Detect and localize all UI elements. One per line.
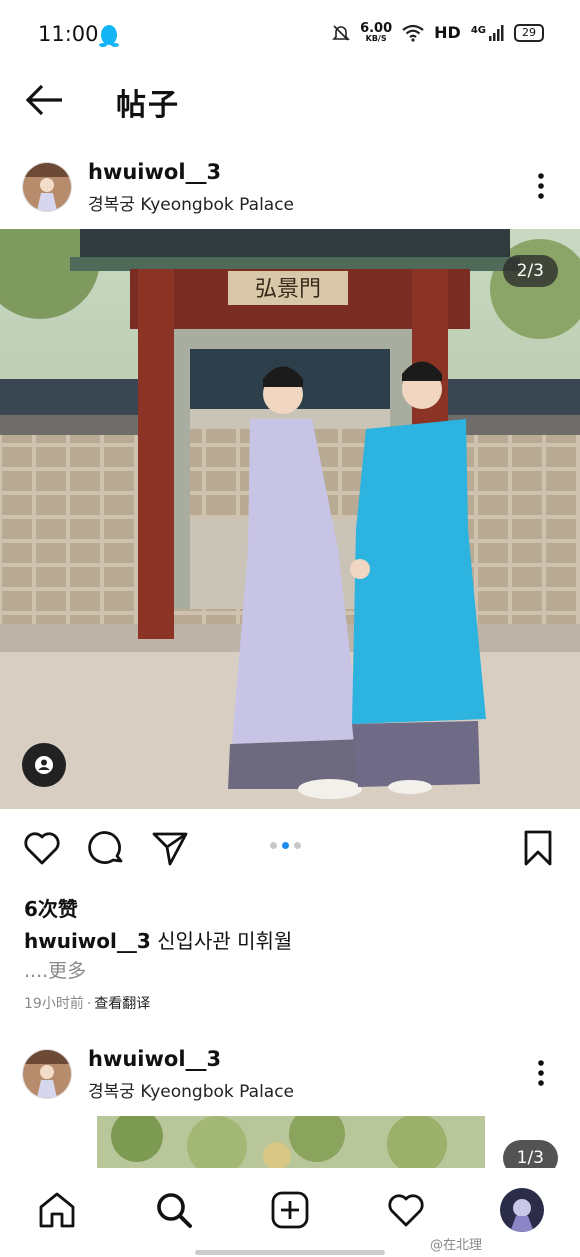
net-speed: 6.00 KB/S: [360, 22, 392, 43]
bottom-navigation: [0, 1168, 580, 1257]
net-speed-unit: KB/S: [365, 34, 387, 43]
post-caption: hwuiwol__3 신입사관 미휘월: [24, 925, 292, 954]
post-photo[interactable]: 弘景門 2/3: [0, 229, 580, 809]
activity-heart-icon[interactable]: [386, 1190, 426, 1230]
status-time: 11:00: [38, 22, 99, 46]
post-actions: [0, 820, 580, 878]
network-label: HD: [434, 23, 461, 42]
tagged-users-button[interactable]: [22, 743, 66, 787]
bookmark-icon[interactable]: [518, 828, 558, 868]
status-bar: 11:00 6.00 KB/S HD 4G 29: [0, 0, 580, 70]
avatar[interactable]: [22, 1049, 72, 1099]
caption-more-link[interactable]: ....更多: [24, 956, 86, 983]
like-heart-icon[interactable]: [22, 828, 62, 868]
post-username[interactable]: hwuiwol__3: [88, 160, 221, 184]
person-icon: [35, 756, 53, 774]
wifi-icon: [402, 24, 424, 42]
post-meta: 19小时前 · 查看翻译: [24, 993, 150, 1013]
carousel-counter: 2/3: [502, 255, 558, 287]
arrow-left-icon[interactable]: [24, 80, 68, 120]
qq-penguin-icon: [99, 25, 119, 47]
post-location[interactable]: 경복궁 Kyeongbok Palace: [88, 190, 294, 215]
likes-count[interactable]: 6次赞: [24, 893, 78, 922]
add-post-icon[interactable]: [270, 1190, 310, 1230]
home-icon[interactable]: [37, 1190, 77, 1230]
share-send-icon[interactable]: [150, 828, 190, 868]
more-options-icon[interactable]: [528, 168, 554, 204]
caption-username[interactable]: hwuiwol__3: [24, 929, 151, 953]
signal-indicator: 4G: [470, 24, 504, 41]
post-photo[interactable]: [97, 1116, 485, 1168]
carousel-dots: [270, 842, 301, 849]
signal-icon: [489, 24, 504, 41]
more-options-icon[interactable]: [528, 1055, 554, 1091]
post-username[interactable]: hwuiwol__3: [88, 1047, 221, 1071]
post-location[interactable]: 경복궁 Kyeongbok Palace: [88, 1077, 294, 1102]
carousel-dot: [270, 842, 277, 849]
bell-muted-icon: [332, 24, 351, 41]
caption-text: 신입사관 미휘월: [157, 929, 293, 953]
carousel-dot: [294, 842, 301, 849]
meta-separator: ·: [86, 996, 92, 1012]
translate-link[interactable]: 查看翻译: [94, 996, 150, 1012]
post-header: hwuiwol__3 경복궁 Kyeongbok Palace: [0, 156, 580, 226]
page-title: 帖子: [116, 88, 180, 123]
post-time: 19小时前: [24, 996, 84, 1012]
home-indicator: [195, 1250, 385, 1255]
avatar[interactable]: [22, 162, 72, 212]
signal-label: 4G: [470, 24, 486, 36]
app-bar: 帖子: [0, 70, 580, 130]
search-icon[interactable]: [154, 1190, 194, 1230]
battery-indicator: 29: [514, 23, 544, 42]
gate-sign: 弘景門: [255, 277, 321, 302]
palace-photo-image: 弘景門: [0, 229, 580, 809]
comment-icon[interactable]: [86, 828, 126, 868]
tree-photo-image: [97, 1116, 485, 1168]
carousel-dot-active: [282, 842, 289, 849]
post-header: hwuiwol__3 경복궁 Kyeongbok Palace: [0, 1043, 580, 1113]
watermark: @在北理: [430, 1238, 483, 1253]
profile-avatar[interactable]: [500, 1188, 544, 1232]
